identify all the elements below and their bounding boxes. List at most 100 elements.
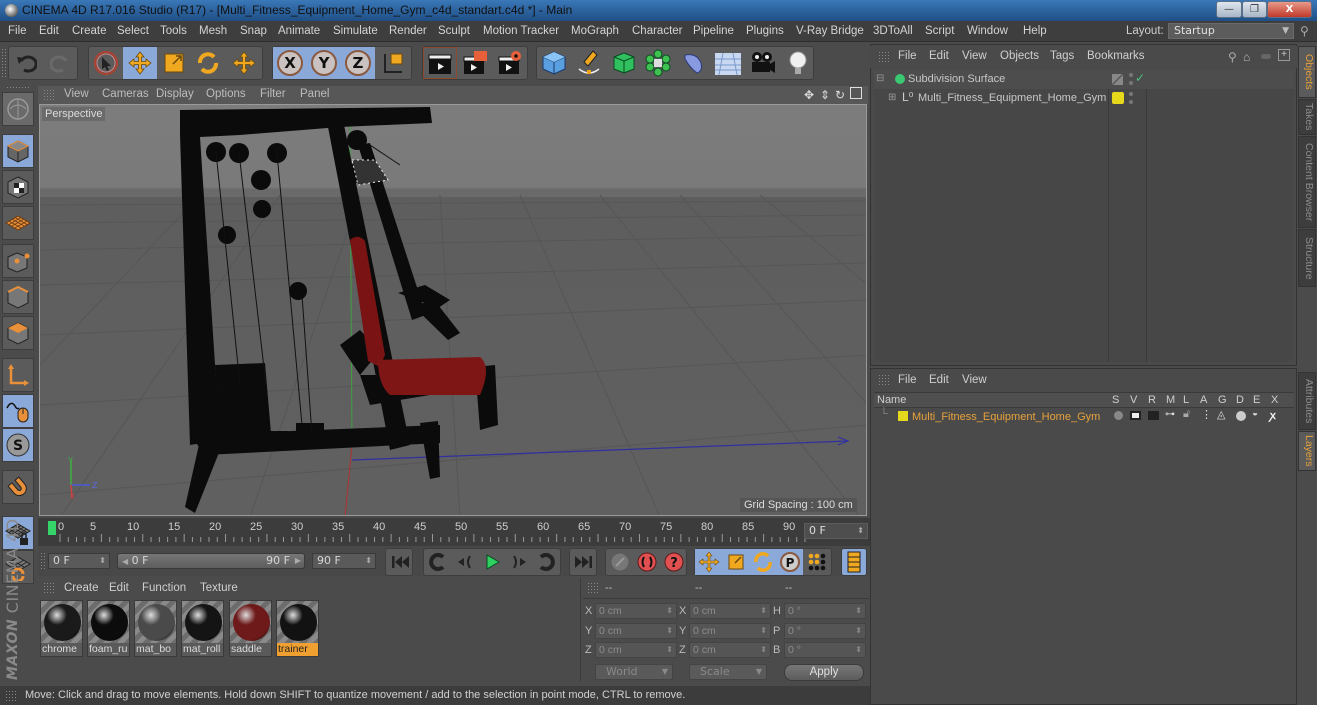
live-selection-tool[interactable] xyxy=(89,47,123,79)
dolly-icon[interactable]: ⇕ xyxy=(820,88,830,102)
menu-snap[interactable]: Snap xyxy=(240,25,267,37)
object-menu-bookmarks[interactable]: Bookmarks xyxy=(1087,50,1145,62)
viewport-menu-display[interactable]: Display xyxy=(156,88,194,100)
next-frame-button[interactable] xyxy=(505,549,532,575)
current-frame-field[interactable]: 0 F ⬍ xyxy=(804,523,868,539)
undo-button[interactable] xyxy=(9,47,43,79)
snap-button[interactable] xyxy=(2,470,34,504)
material-menu-function[interactable]: Function xyxy=(142,582,186,594)
object-menu-file[interactable]: File xyxy=(898,50,917,62)
menu-help[interactable]: Help xyxy=(1023,25,1047,37)
column-xref[interactable]: X xyxy=(1271,394,1278,406)
panel-grip[interactable] xyxy=(878,51,890,63)
menu-motion-tracker[interactable]: Motion Tracker xyxy=(483,25,559,37)
edges-mode-button[interactable] xyxy=(2,280,34,314)
workplane-mode-button[interactable] xyxy=(2,206,34,240)
timeline-ruler[interactable]: 0 5 10 15 20 25 30 35 40 45 50 55 60 65 … xyxy=(38,518,870,546)
soft-selection-button[interactable]: S xyxy=(2,428,34,462)
maximize-button[interactable]: ❐ xyxy=(1242,1,1267,18)
column-animation[interactable]: A xyxy=(1200,394,1207,406)
previous-key-button[interactable] xyxy=(424,549,451,575)
keyframe-selection-button[interactable]: ? xyxy=(660,549,687,575)
tab-attributes[interactable]: Attributes xyxy=(1298,372,1316,430)
material-swatch[interactable]: mat_bo xyxy=(134,600,177,657)
render-picture-viewer-button[interactable] xyxy=(458,47,492,79)
close-button[interactable]: X xyxy=(1267,1,1312,18)
menu-render[interactable]: Render xyxy=(389,25,427,37)
coordinate-system-toggle[interactable] xyxy=(376,47,410,79)
xref-toggle-icon[interactable]: ꭗ xyxy=(1270,408,1276,423)
material-menu-edit[interactable]: Edit xyxy=(109,582,129,594)
toolbar-grip[interactable] xyxy=(40,552,46,570)
layer-menu-edit[interactable]: Edit xyxy=(929,374,949,386)
record-active-objects-button[interactable] xyxy=(606,549,633,575)
column-view[interactable]: V xyxy=(1130,394,1137,406)
go-to-end-button[interactable] xyxy=(570,549,597,575)
rotation-h-field[interactable]: 0 ° ⬍ xyxy=(784,603,866,619)
menu-character[interactable]: Character xyxy=(632,25,683,37)
collapse-icon[interactable]: ⊟ xyxy=(876,73,884,84)
scale-tool[interactable] xyxy=(157,47,191,79)
points-mode-button[interactable] xyxy=(2,244,34,278)
layer-color-swatch[interactable] xyxy=(898,411,908,421)
coordinate-space-dropdown[interactable]: World ▼ xyxy=(595,664,673,680)
menu-mesh[interactable]: Mesh xyxy=(199,25,227,37)
model-mode-button[interactable] xyxy=(2,134,34,168)
key-rotation-toggle[interactable] xyxy=(749,549,776,575)
rotate-tool[interactable] xyxy=(191,47,225,79)
column-locked[interactable]: L xyxy=(1183,394,1189,406)
search-icon[interactable]: ⚲ xyxy=(1300,24,1309,38)
position-y-field[interactable]: 0 cm ⬍ xyxy=(595,623,677,639)
viewport-menu-view[interactable]: View xyxy=(64,88,89,100)
rotation-p-field[interactable]: 0 ° ⬍ xyxy=(784,623,866,639)
play-button[interactable] xyxy=(478,549,505,575)
add-spline-button[interactable] xyxy=(572,47,606,79)
timeline-window-button[interactable] xyxy=(842,549,866,575)
tab-objects[interactable]: Objects xyxy=(1298,46,1316,98)
go-to-start-button[interactable] xyxy=(386,549,413,575)
frame-range-slider[interactable]: ◀ 0 F 90 F ▶ xyxy=(117,553,305,569)
menu-script[interactable]: Script xyxy=(925,25,954,37)
visibility-editor-dot[interactable] xyxy=(1129,92,1133,96)
object-menu-objects[interactable]: Objects xyxy=(1000,50,1039,62)
column-expressions[interactable]: E xyxy=(1253,394,1260,406)
orbit-icon[interactable]: ↻ xyxy=(835,88,845,102)
tab-takes[interactable]: Takes xyxy=(1298,99,1316,135)
key-parameter-toggle[interactable]: P xyxy=(776,549,803,575)
layer-row[interactable]: └ Multi_Fitness_Equipment_Home_Gym ⊶ 🔓︎ … xyxy=(874,408,1294,427)
layout-toggle-icon[interactable] xyxy=(850,87,862,99)
last-tool[interactable] xyxy=(227,47,261,79)
end-frame-field[interactable]: 90 F ⬍ xyxy=(312,553,376,569)
layer-color-swatch[interactable] xyxy=(1112,92,1124,104)
render-view-button[interactable] xyxy=(423,47,457,79)
polygons-mode-button[interactable] xyxy=(2,316,34,350)
deformers-toggle-icon[interactable] xyxy=(1236,411,1246,421)
3d-viewport[interactable]: Y Z X xyxy=(39,104,867,516)
expressions-toggle-icon[interactable]: ◒ xyxy=(1252,408,1258,419)
object-menu-view[interactable]: View xyxy=(962,50,987,62)
material-swatch[interactable]: foam_ru xyxy=(87,600,130,657)
add-environment-button[interactable] xyxy=(711,47,745,79)
manager-toggle-icon[interactable]: ⊶ xyxy=(1165,409,1175,420)
menu-edit[interactable]: Edit xyxy=(39,25,59,37)
add-deformer-button[interactable] xyxy=(676,47,710,79)
transform-mode-dropdown[interactable]: Scale ▼ xyxy=(689,664,767,680)
animation-toggle-icon[interactable]: ⋮ xyxy=(1201,408,1212,421)
previous-frame-button[interactable] xyxy=(451,549,478,575)
x-axis-lock[interactable]: X xyxy=(273,47,307,79)
menu-pipeline[interactable]: Pipeline xyxy=(693,25,734,37)
panel-grip[interactable] xyxy=(878,374,890,386)
add-mograph-button[interactable] xyxy=(641,47,675,79)
tab-layers[interactable]: Layers xyxy=(1298,431,1316,471)
toolbar-grip[interactable] xyxy=(6,86,30,90)
playhead[interactable] xyxy=(48,521,56,535)
next-key-button[interactable] xyxy=(532,549,559,575)
key-position-toggle[interactable] xyxy=(695,549,722,575)
menu-select[interactable]: Select xyxy=(117,25,149,37)
column-manager[interactable]: M xyxy=(1166,394,1175,406)
viewport-menu-options[interactable]: Options xyxy=(206,88,246,100)
menu-file[interactable]: File xyxy=(8,25,27,37)
view-toggle-icon[interactable] xyxy=(1130,411,1141,420)
make-editable-button[interactable] xyxy=(2,92,34,126)
camera-label[interactable]: Perspective xyxy=(42,107,106,121)
